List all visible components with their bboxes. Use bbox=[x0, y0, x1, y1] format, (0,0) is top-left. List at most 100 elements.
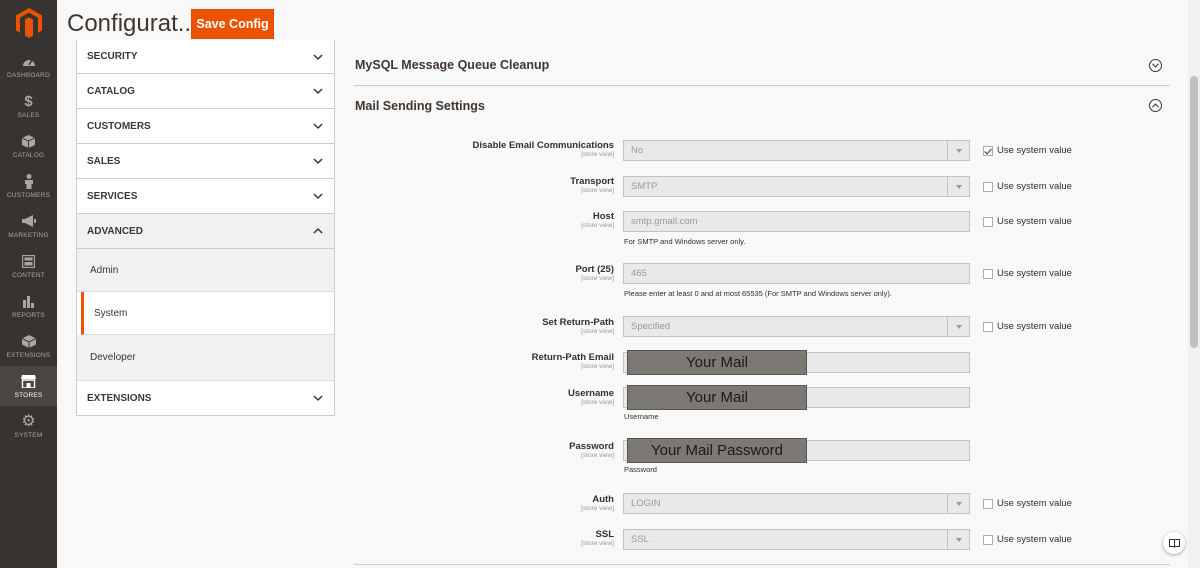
tab-item-developer[interactable]: Developer bbox=[77, 335, 334, 381]
use-system-value-return-path[interactable]: Use system value bbox=[983, 321, 1072, 332]
menu-item-customers[interactable]: CUSTOMERS bbox=[0, 166, 57, 206]
chevron-down-icon bbox=[313, 395, 323, 402]
tab-label: SALES bbox=[87, 155, 121, 167]
menu-item-stores[interactable]: STORES bbox=[0, 366, 57, 406]
scope-label: [store view] bbox=[581, 452, 614, 459]
menu-item-catalog[interactable]: CATALOG bbox=[0, 126, 57, 166]
disable-email-select[interactable]: No bbox=[623, 140, 970, 161]
magento-logo-icon bbox=[15, 8, 42, 38]
tab-label: SERVICES bbox=[87, 190, 138, 202]
password-input[interactable]: Your Mail Password bbox=[623, 438, 970, 463]
tab-item-label: Admin bbox=[90, 264, 119, 276]
use-system-value-disable-email[interactable]: Use system value bbox=[983, 145, 1072, 156]
chevron-down-icon bbox=[313, 123, 323, 130]
username-note: Username bbox=[624, 412, 659, 421]
host-note: For SMTP and Windows server only. bbox=[624, 237, 746, 246]
tab-catalog[interactable]: CATALOG bbox=[77, 74, 334, 109]
page-title: Configurat... bbox=[67, 10, 198, 37]
select-value: Specified bbox=[631, 321, 671, 332]
menu-item-content[interactable]: CONTENT bbox=[0, 246, 57, 286]
port-input[interactable]: 465 bbox=[623, 263, 970, 284]
redaction-box: Your Mail Password bbox=[627, 438, 807, 463]
dollar-icon: $ bbox=[24, 92, 33, 110]
bar-chart-icon bbox=[21, 293, 37, 309]
scrollbar-thumb[interactable] bbox=[1190, 76, 1198, 348]
tab-item-label: System bbox=[94, 307, 128, 319]
tab-item-admin[interactable]: Admin bbox=[77, 249, 334, 292]
use-system-label: Use system value bbox=[997, 498, 1072, 509]
person-icon bbox=[21, 173, 37, 189]
field-label-username: Username bbox=[568, 388, 614, 399]
menu-item-reports[interactable]: REPORTS bbox=[0, 286, 57, 326]
dropdown-arrow-icon bbox=[947, 177, 969, 196]
magento-logo[interactable] bbox=[0, 0, 57, 46]
menu-item-marketing[interactable]: MARKETING bbox=[0, 206, 57, 246]
use-system-label: Use system value bbox=[997, 534, 1072, 545]
field-label-disable-email: Disable Email Communications bbox=[472, 140, 614, 151]
tab-advanced[interactable]: ADVANCED bbox=[77, 214, 334, 249]
tab-item-label: Developer bbox=[90, 352, 136, 363]
checkbox-checked[interactable] bbox=[983, 145, 993, 156]
checkbox[interactable] bbox=[983, 181, 993, 192]
chevron-down-icon bbox=[313, 88, 323, 95]
field-label-return-path-email: Return-Path Email bbox=[531, 352, 614, 363]
section-expand-icon[interactable] bbox=[1149, 59, 1162, 72]
field-label-transport: Transport bbox=[570, 176, 614, 187]
config-tabs: SECURITY CATALOG CUSTOMERS SALES SERVICE… bbox=[76, 40, 335, 416]
scope-label: [store view] bbox=[581, 363, 614, 370]
use-system-value-auth[interactable]: Use system value bbox=[983, 498, 1072, 509]
help-book-icon[interactable] bbox=[1163, 532, 1185, 554]
tab-services[interactable]: SERVICES bbox=[77, 179, 334, 214]
select-value: LOGIN bbox=[631, 498, 661, 509]
auth-select[interactable]: LOGIN bbox=[623, 493, 970, 514]
section-title-mysql[interactable]: MySQL Message Queue Cleanup bbox=[355, 58, 549, 72]
menu-item-extensions[interactable]: EXTENSIONS bbox=[0, 326, 57, 366]
chevron-down-icon bbox=[313, 53, 323, 60]
ssl-select[interactable]: SSL bbox=[623, 529, 970, 550]
return-path-select[interactable]: Specified bbox=[623, 316, 970, 337]
menu-item-sales[interactable]: $ SALES bbox=[0, 86, 57, 126]
menu-label: CATALOG bbox=[12, 152, 45, 159]
transport-select[interactable]: SMTP bbox=[623, 176, 970, 197]
use-system-label: Use system value bbox=[997, 268, 1072, 279]
tab-label: SECURITY bbox=[87, 51, 138, 62]
checkbox[interactable] bbox=[983, 498, 993, 509]
checkbox[interactable] bbox=[983, 534, 993, 545]
menu-item-dashboard[interactable]: DASHBOARD bbox=[0, 46, 57, 86]
dropdown-arrow-icon bbox=[947, 317, 969, 336]
section-title-mail[interactable]: Mail Sending Settings bbox=[355, 99, 485, 113]
select-value: SMTP bbox=[631, 181, 658, 192]
save-config-button[interactable]: Save Config bbox=[191, 9, 274, 39]
redaction-box: Your Mail bbox=[627, 350, 807, 375]
menu-label: CONTENT bbox=[12, 272, 45, 279]
username-input[interactable]: Your Mail bbox=[623, 385, 970, 410]
menu-item-system[interactable]: ⚙ SYSTEM bbox=[0, 406, 57, 446]
checkbox[interactable] bbox=[983, 321, 993, 332]
scope-label: [store view] bbox=[581, 275, 614, 282]
menu-label: DASHBOARD bbox=[7, 72, 50, 79]
scope-label: [store view] bbox=[581, 328, 614, 335]
tab-extensions[interactable]: EXTENSIONS bbox=[77, 381, 334, 416]
checkbox[interactable] bbox=[983, 216, 993, 227]
tab-item-system[interactable]: System bbox=[81, 292, 334, 335]
use-system-value-port[interactable]: Use system value bbox=[983, 268, 1072, 279]
tab-label: CUSTOMERS bbox=[87, 120, 151, 132]
tab-sales[interactable]: SALES bbox=[77, 144, 334, 179]
dropdown-arrow-icon bbox=[947, 530, 969, 549]
use-system-value-host[interactable]: Use system value bbox=[983, 216, 1072, 227]
use-system-value-ssl[interactable]: Use system value bbox=[983, 534, 1072, 545]
tab-customers[interactable]: CUSTOMERS bbox=[77, 109, 334, 144]
tab-label: CATALOG bbox=[87, 85, 135, 97]
return-path-email-input[interactable]: Your Mail bbox=[623, 350, 970, 375]
chevron-up-icon bbox=[313, 227, 323, 234]
layout-icon bbox=[21, 253, 37, 269]
use-system-value-transport[interactable]: Use system value bbox=[983, 181, 1072, 192]
scope-label: [store view] bbox=[581, 151, 614, 158]
section-collapse-icon[interactable] bbox=[1149, 99, 1162, 112]
scrollbar[interactable] bbox=[1188, 0, 1200, 568]
host-input[interactable]: smtp.gmail.com bbox=[623, 211, 970, 232]
tab-security[interactable]: SECURITY bbox=[77, 40, 334, 74]
field-label-ssl: SSL bbox=[595, 529, 614, 540]
checkbox[interactable] bbox=[983, 268, 993, 279]
field-label-port: Port (25) bbox=[575, 264, 614, 275]
